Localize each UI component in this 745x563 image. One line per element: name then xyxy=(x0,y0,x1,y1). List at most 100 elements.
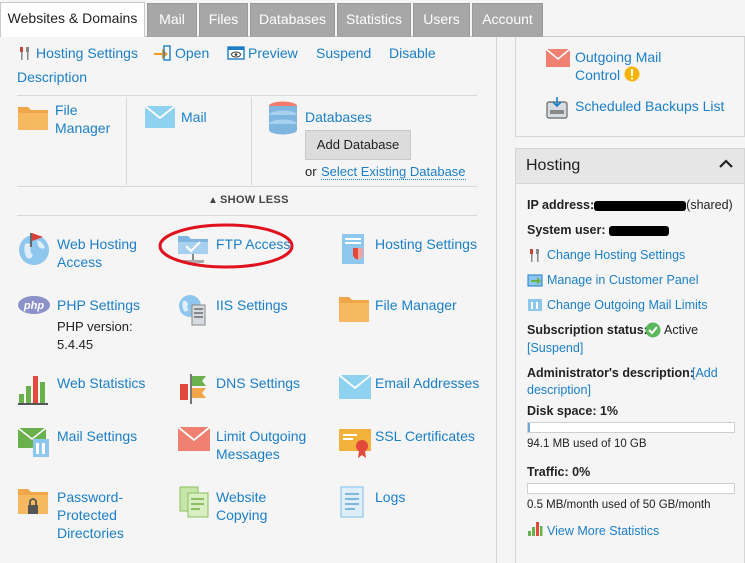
hosting-header[interactable]: Hosting xyxy=(515,148,745,184)
check-icon xyxy=(645,322,661,341)
php-version-label: PHP version: xyxy=(57,319,133,334)
disable-button[interactable]: Disable xyxy=(389,45,436,61)
mail-settings-link[interactable]: Mail Settings xyxy=(57,427,137,445)
divider xyxy=(17,215,477,216)
disk-space-label: Disk space: 1% xyxy=(527,404,619,418)
ip-address-label: IP address: xyxy=(527,198,595,212)
tab-bar: Websites & Domains Mail Files Databases … xyxy=(0,0,745,38)
redaction xyxy=(609,225,669,236)
mail-icon xyxy=(144,105,176,132)
folder-icon xyxy=(17,103,49,134)
change-hosting-settings-link[interactable]: Change Hosting Settings xyxy=(547,248,685,262)
file-manager-feature-link[interactable]: File Manager xyxy=(375,296,457,314)
hosting-settings-icon xyxy=(338,232,372,269)
tab-mail[interactable]: Mail xyxy=(147,3,197,37)
disk-space-fill xyxy=(528,423,531,432)
chevron-up-icon: ▲ xyxy=(208,195,218,206)
disk-usage-text: 94.1 MB used of 10 GB xyxy=(527,438,647,450)
logs-link[interactable]: Logs xyxy=(375,488,405,506)
web-hosting-access-link[interactable]: Web Hosting Access xyxy=(57,235,147,271)
svg-text:php: php xyxy=(23,300,44,312)
open-icon xyxy=(153,45,171,64)
web-statistics-link[interactable]: Web Statistics xyxy=(57,374,145,392)
mail-limits-icon xyxy=(527,297,543,316)
show-less-toggle[interactable]: SHOW LESS xyxy=(220,194,289,206)
preview-button[interactable]: Preview xyxy=(248,45,298,61)
ssl-certificates-link[interactable]: SSL Certificates xyxy=(375,427,475,445)
email-addresses-link[interactable]: Email Addresses xyxy=(375,374,479,392)
admin-description-row: Administrator's description: xyxy=(527,366,694,380)
website-copying-icon xyxy=(177,485,211,522)
admin-description-label: Administrator's description: xyxy=(527,366,694,380)
php-icon: php xyxy=(17,295,51,318)
divider xyxy=(126,97,127,185)
website-copying-link[interactable]: Website Copying xyxy=(216,488,286,524)
tab-files[interactable]: Files xyxy=(199,3,248,37)
ip-shared-label: (shared) xyxy=(686,198,733,212)
customer-panel-icon xyxy=(527,272,543,291)
file-manager-icon xyxy=(338,293,370,326)
logs-icon xyxy=(338,485,368,522)
status-active: Active xyxy=(664,323,699,337)
tab-databases[interactable]: Databases xyxy=(250,3,335,37)
hosting-settings-button[interactable]: Hosting Settings xyxy=(36,45,138,61)
scheduled-backups-link[interactable]: Scheduled Backups List xyxy=(575,97,724,115)
system-user-label: System user: xyxy=(527,223,606,237)
traffic-usage-text: 0.5 MB/month used of 50 GB/month xyxy=(527,499,711,511)
mail-settings-icon xyxy=(17,425,51,462)
tab-websites-domains[interactable]: Websites & Domains xyxy=(0,2,145,38)
add-description-link-2[interactable]: description] xyxy=(527,383,591,397)
suspend-link[interactable]: [Suspend] xyxy=(527,341,583,355)
protected-folder-icon xyxy=(17,485,51,522)
divider xyxy=(17,95,477,96)
subscription-status-label: Subscription status: xyxy=(527,323,648,337)
or-label: or xyxy=(305,164,317,179)
divider xyxy=(17,186,477,187)
databases-link[interactable]: Databases xyxy=(305,108,372,126)
database-icon xyxy=(268,101,298,138)
php-version-value: 5.4.45 xyxy=(57,337,94,352)
divider xyxy=(251,97,252,185)
iis-icon xyxy=(177,293,211,330)
add-database-button[interactable]: Add Database xyxy=(305,130,411,160)
traffic-label: Traffic: 0% xyxy=(527,465,591,479)
web-statistics-icon xyxy=(17,372,51,409)
tab-account[interactable]: Account xyxy=(472,3,543,37)
add-description-link[interactable]: [Add xyxy=(692,366,718,380)
hosting-settings-link[interactable]: Hosting Settings xyxy=(375,235,477,253)
select-existing-database-link[interactable]: Select Existing Database xyxy=(321,164,466,180)
tab-statistics[interactable]: Statistics xyxy=(337,3,411,37)
iis-settings-link[interactable]: IIS Settings xyxy=(216,296,288,314)
hosting-title: Hosting xyxy=(526,157,581,174)
tab-users[interactable]: Users xyxy=(413,3,470,37)
dns-icon xyxy=(177,372,211,409)
redaction xyxy=(594,200,687,211)
limit-outgoing-messages-link[interactable]: Limit Outgoing Messages xyxy=(216,427,316,463)
main-panel: Hosting Settings Open Preview Suspend Di… xyxy=(0,37,497,563)
suspend-button[interactable]: Suspend xyxy=(316,45,371,61)
globe-icon xyxy=(17,232,51,269)
ip-address-row: IP address: (shared) xyxy=(527,198,733,212)
dns-settings-link[interactable]: DNS Settings xyxy=(216,374,300,392)
disk-space-bar xyxy=(527,422,735,433)
email-addresses-icon xyxy=(338,374,372,403)
statistics-icon xyxy=(527,521,543,540)
wrench-icon xyxy=(17,45,33,64)
change-outgoing-mail-limits-link[interactable]: Change Outgoing Mail Limits xyxy=(547,298,708,312)
open-button[interactable]: Open xyxy=(175,45,209,61)
warning-icon xyxy=(624,66,640,85)
preview-icon xyxy=(227,46,245,63)
description-button[interactable]: Description xyxy=(17,69,87,85)
ssl-certificate-icon xyxy=(338,425,372,462)
file-manager-link[interactable]: File Manager xyxy=(55,101,125,137)
view-more-statistics-link[interactable]: View More Statistics xyxy=(547,524,659,538)
annotation-circle xyxy=(158,223,294,269)
php-settings-link[interactable]: PHP Settings xyxy=(57,296,140,314)
mail-link[interactable]: Mail xyxy=(181,108,207,126)
password-protected-directories-link[interactable]: Password-Protected Directories xyxy=(57,488,137,542)
traffic-bar xyxy=(527,483,735,494)
manage-customer-panel-link[interactable]: Manage in Customer Panel xyxy=(547,273,698,287)
backup-icon xyxy=(546,96,568,123)
limit-outgoing-icon xyxy=(177,425,211,456)
chevron-up-icon[interactable] xyxy=(718,157,734,174)
